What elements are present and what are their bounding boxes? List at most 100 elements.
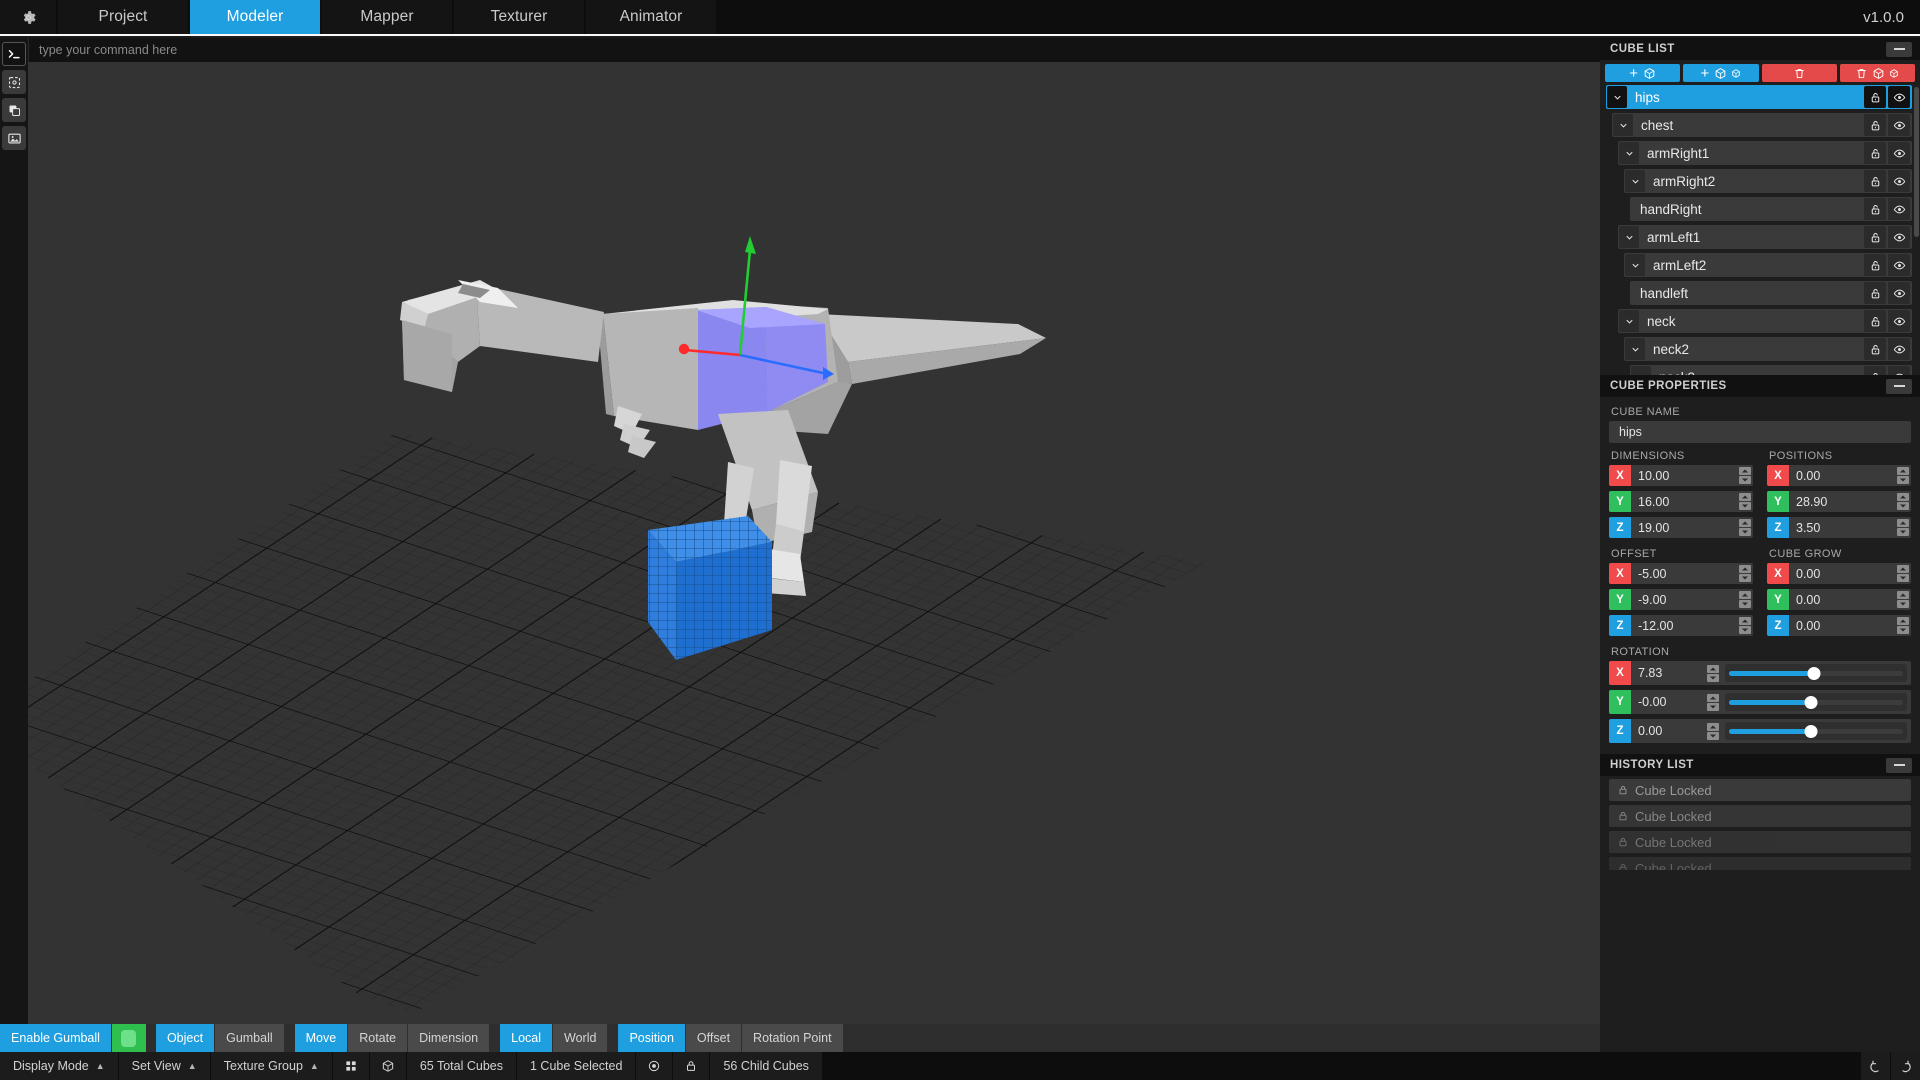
- cube-lock-button[interactable]: [1864, 142, 1886, 164]
- redo-button[interactable]: [1890, 1052, 1920, 1080]
- pivot-position-button[interactable]: Position: [618, 1024, 685, 1052]
- rotation-input-y[interactable]: -0.00: [1631, 690, 1705, 714]
- cube-visibility-button[interactable]: [1888, 282, 1910, 304]
- stepper[interactable]: [1895, 563, 1911, 584]
- cube-grow-input-y[interactable]: 0.00: [1789, 589, 1895, 610]
- stepper-up[interactable]: [1739, 493, 1751, 501]
- enable-gumball-button[interactable]: Enable Gumball: [0, 1024, 112, 1052]
- slider-knob[interactable]: [1804, 696, 1817, 709]
- stepper-down[interactable]: [1897, 574, 1909, 582]
- stepper[interactable]: [1895, 491, 1911, 512]
- 3d-viewport[interactable]: [28, 62, 1600, 1024]
- tab-texturer[interactable]: Texturer: [454, 0, 584, 34]
- command-console-button[interactable]: [2, 42, 26, 66]
- cube-lock-button[interactable]: [1864, 282, 1886, 304]
- stepper-up[interactable]: [1707, 665, 1719, 673]
- cube-grow-input-x[interactable]: 0.00: [1789, 563, 1895, 584]
- transform-rotate-button[interactable]: Rotate: [348, 1024, 408, 1052]
- stepper-up[interactable]: [1739, 565, 1751, 573]
- stepper[interactable]: [1737, 589, 1753, 610]
- stepper[interactable]: [1737, 517, 1753, 538]
- cube-lock-button[interactable]: [1864, 198, 1886, 220]
- cube-tree-item-armright1[interactable]: armRight1: [1618, 141, 1912, 165]
- cube-tree-item-handleft[interactable]: handleft: [1630, 281, 1912, 305]
- tab-modeler[interactable]: Modeler: [190, 0, 320, 34]
- stepper[interactable]: [1737, 563, 1753, 584]
- cube-grow-input-z[interactable]: 0.00: [1789, 615, 1895, 636]
- expand-toggle[interactable]: [1607, 86, 1627, 108]
- expand-toggle[interactable]: [1619, 310, 1639, 332]
- copy-tool-button[interactable]: [2, 98, 26, 122]
- rotation-input-z[interactable]: 0.00: [1631, 719, 1705, 743]
- mode-object-button[interactable]: Object: [156, 1024, 215, 1052]
- lock-toggle-button[interactable]: [673, 1052, 710, 1080]
- cube-properties-minimize-button[interactable]: [1886, 379, 1912, 394]
- cube-tree-item-armleft2[interactable]: armLeft2: [1624, 253, 1912, 277]
- stepper-up[interactable]: [1739, 467, 1751, 475]
- rotation-slider-z[interactable]: [1725, 722, 1907, 740]
- cube-visibility-button[interactable]: [1888, 338, 1910, 360]
- stepper-down[interactable]: [1739, 476, 1751, 484]
- delete-cube-and-children-button[interactable]: [1840, 64, 1915, 82]
- cube-lock-button[interactable]: [1864, 226, 1886, 248]
- gumball-toggle-switch[interactable]: [112, 1024, 146, 1052]
- stepper-up[interactable]: [1707, 694, 1719, 702]
- cube-visibility-button[interactable]: [1888, 114, 1910, 136]
- slider-knob[interactable]: [1804, 725, 1817, 738]
- stepper[interactable]: [1895, 589, 1911, 610]
- cube-lock-button[interactable]: [1864, 366, 1886, 375]
- cube-tree-item-neck2[interactable]: neck2: [1624, 337, 1912, 361]
- expand-toggle[interactable]: [1613, 114, 1633, 136]
- stepper[interactable]: [1705, 661, 1721, 685]
- history-item[interactable]: Cube Locked: [1609, 857, 1911, 870]
- cube-visibility-button[interactable]: [1888, 310, 1910, 332]
- settings-gear-button[interactable]: [0, 0, 56, 34]
- stepper-down[interactable]: [1739, 528, 1751, 536]
- stepper[interactable]: [1737, 491, 1753, 512]
- cube-tree[interactable]: hipschestarmRight1armRight2handRightarmL…: [1600, 85, 1920, 375]
- dimensions-input-x[interactable]: 10.00: [1631, 465, 1737, 486]
- expand-toggle[interactable]: [1625, 338, 1645, 360]
- stepper-up[interactable]: [1897, 519, 1909, 527]
- stepper[interactable]: [1705, 719, 1721, 743]
- stepper-down[interactable]: [1897, 476, 1909, 484]
- tab-animator[interactable]: Animator: [586, 0, 716, 34]
- stepper-up[interactable]: [1739, 617, 1751, 625]
- stepper-up[interactable]: [1739, 519, 1751, 527]
- history-list-minimize-button[interactable]: [1886, 758, 1912, 773]
- stepper-down[interactable]: [1739, 574, 1751, 582]
- mode-gumball-button[interactable]: Gumball: [215, 1024, 285, 1052]
- stepper-down[interactable]: [1897, 600, 1909, 608]
- offset-input-x[interactable]: -5.00: [1631, 563, 1737, 584]
- display-mode-dropdown[interactable]: Display Mode ▲: [0, 1052, 119, 1080]
- dimensions-input-z[interactable]: 19.00: [1631, 517, 1737, 538]
- cube-visibility-button[interactable]: [1888, 86, 1910, 108]
- cube-list-minimize-button[interactable]: [1886, 42, 1912, 57]
- cube-name-input[interactable]: hips: [1609, 421, 1911, 443]
- set-view-dropdown[interactable]: Set View ▲: [119, 1052, 211, 1080]
- cube-tree-scrollbar[interactable]: [1914, 87, 1919, 237]
- stepper-up[interactable]: [1897, 617, 1909, 625]
- cube-tree-item-hips[interactable]: hips: [1606, 85, 1912, 109]
- stepper[interactable]: [1737, 615, 1753, 636]
- stepper-up[interactable]: [1897, 591, 1909, 599]
- texture-group-dropdown[interactable]: Texture Group ▲: [211, 1052, 333, 1080]
- stepper-up[interactable]: [1897, 467, 1909, 475]
- stepper-down[interactable]: [1739, 600, 1751, 608]
- stepper-down[interactable]: [1739, 626, 1751, 634]
- grid-view-button[interactable]: [333, 1052, 370, 1080]
- history-item[interactable]: Cube Locked: [1609, 831, 1911, 853]
- transform-dimension-button[interactable]: Dimension: [408, 1024, 490, 1052]
- cube-tree-item-armleft1[interactable]: armLeft1: [1618, 225, 1912, 249]
- tab-mapper[interactable]: Mapper: [322, 0, 452, 34]
- cube-tree-item-handright[interactable]: handRight: [1630, 197, 1912, 221]
- offset-input-y[interactable]: -9.00: [1631, 589, 1737, 610]
- stepper-down[interactable]: [1897, 502, 1909, 510]
- cube-lock-button[interactable]: [1864, 86, 1886, 108]
- cube-lock-button[interactable]: [1864, 254, 1886, 276]
- delete-cube-button[interactable]: [1762, 64, 1837, 82]
- space-local-button[interactable]: Local: [500, 1024, 553, 1052]
- dimensions-input-y[interactable]: 16.00: [1631, 491, 1737, 512]
- positions-input-x[interactable]: 0.00: [1789, 465, 1895, 486]
- history-item[interactable]: Cube Locked: [1609, 779, 1911, 801]
